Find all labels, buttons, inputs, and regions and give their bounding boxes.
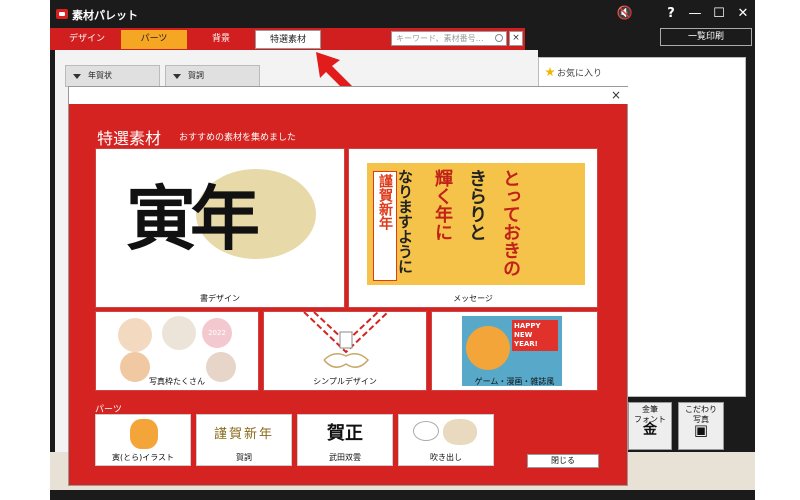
- title-bar: 素材パレット 🔇 ? — ☐ ✕: [50, 0, 755, 28]
- speech-bubble-icon: [413, 421, 439, 441]
- photo-frame-icon: ▣: [693, 421, 709, 439]
- tab-bar: デザイン パーツ 背景 特選素材 キーワード、素材番号… ×: [50, 28, 525, 50]
- tile-caption: 書デザイン: [200, 294, 240, 303]
- takeda-art: 賀正: [327, 423, 363, 444]
- part-takeda-souun[interactable]: 賀正 武田双雲: [297, 414, 393, 466]
- tiger-icon: [466, 326, 510, 370]
- speech-bubble-icon: [443, 419, 477, 445]
- favorites-label: お気に入り: [545, 66, 602, 79]
- tab-parts[interactable]: パーツ: [121, 30, 187, 49]
- message-line-4: なりますように: [396, 169, 414, 274]
- tab-background[interactable]: 背景: [188, 30, 254, 49]
- maximize-button[interactable]: ☐: [710, 5, 728, 23]
- dropdown-gashi[interactable]: 賀詞: [165, 65, 260, 87]
- part-caption: 武田双雲: [329, 453, 361, 462]
- message-badge: 謹賀新年: [373, 171, 397, 281]
- close-window-button[interactable]: ✕: [734, 5, 752, 23]
- part-gashi[interactable]: 謹賀新年 賀詞: [196, 414, 292, 466]
- photo-circle: [162, 316, 196, 350]
- tiger-icon: [130, 419, 158, 449]
- window-title: 素材パレット: [72, 9, 138, 22]
- tile-caption: メッセージ: [453, 294, 493, 303]
- app-logo-icon: [56, 9, 68, 19]
- gold-font-button[interactable]: 金筆 フォント 金: [628, 402, 672, 450]
- part-caption: 吹き出し: [430, 453, 462, 462]
- tile-message[interactable]: 謹賀新年 とっておきの きらりと 輝く年に なりますように メッセージ: [348, 148, 598, 308]
- favorites-text: お気に入り: [557, 69, 603, 79]
- part-caption: 寅(とら)イラスト: [111, 453, 175, 462]
- dialog-title: 特選素材: [97, 129, 162, 148]
- dropdown-label: 賀詞: [188, 71, 204, 80]
- help-button[interactable]: ?: [662, 5, 680, 23]
- dropdown-nenga[interactable]: 年賀状: [65, 65, 160, 87]
- dialog-title-strip: ×: [69, 87, 629, 104]
- chevron-down-icon: [173, 74, 181, 79]
- message-line-3: 輝く年に: [432, 169, 453, 241]
- gashi-art: 謹賀新年: [213, 427, 274, 442]
- part-tiger-illustration[interactable]: 寅(とら)イラスト: [95, 414, 191, 466]
- photo-circle: [118, 318, 152, 352]
- tile-simple-design[interactable]: シンプルデザイン: [263, 311, 427, 391]
- special-materials-dialog: × 特選素材 おすすめの素材を集めました 寅年 書デザイン 謹賀新年 とっておき…: [68, 86, 629, 486]
- year-badge: 2022: [202, 318, 232, 348]
- tile-calligraphy-design[interactable]: 寅年 書デザイン: [95, 148, 345, 308]
- dropdown-label: 年賀状: [88, 71, 112, 80]
- search-icon[interactable]: [495, 34, 503, 42]
- star-icon: [545, 67, 555, 77]
- special-photo-button[interactable]: こだわり 写真 ▣: [678, 402, 724, 450]
- tile-caption: シンプルデザイン: [313, 377, 377, 386]
- print-list-button[interactable]: 一覧印刷: [660, 28, 752, 46]
- dialog-close-icon[interactable]: ×: [611, 88, 621, 102]
- tile-photo-frames[interactable]: 2022 写真枠たくさん: [95, 311, 259, 391]
- tile-game-comic[interactable]: HAPPY NEW YEAR! ゲーム・漫画・雑誌風: [431, 311, 598, 391]
- tab-design[interactable]: デザイン: [54, 30, 120, 49]
- part-speech-bubble[interactable]: 吹き出し: [398, 414, 494, 466]
- search-input[interactable]: キーワード、素材番号…: [391, 31, 507, 46]
- dialog-subtitle: おすすめの素材を集めました: [179, 133, 297, 143]
- gold-brush-icon: 金: [643, 422, 657, 438]
- tile-caption: ゲーム・漫画・雑誌風: [474, 377, 555, 386]
- message-line-1: とっておきの: [500, 169, 521, 277]
- happy-new-year-badge: HAPPY NEW YEAR!: [512, 320, 558, 351]
- chevron-down-icon: [73, 74, 81, 79]
- mizuhiki-knot-icon: [303, 312, 389, 368]
- dialog-close-button[interactable]: 閉じる: [527, 454, 599, 468]
- message-line-2: きらりと: [466, 169, 487, 241]
- minimize-button[interactable]: —: [686, 5, 704, 23]
- mute-icon[interactable]: 🔇: [616, 5, 634, 23]
- search-clear-button[interactable]: ×: [509, 31, 523, 46]
- calligraphy-art: 寅年: [126, 177, 260, 260]
- tile-caption: 写真枠たくさん: [149, 377, 205, 386]
- part-caption: 賀詞: [236, 453, 252, 462]
